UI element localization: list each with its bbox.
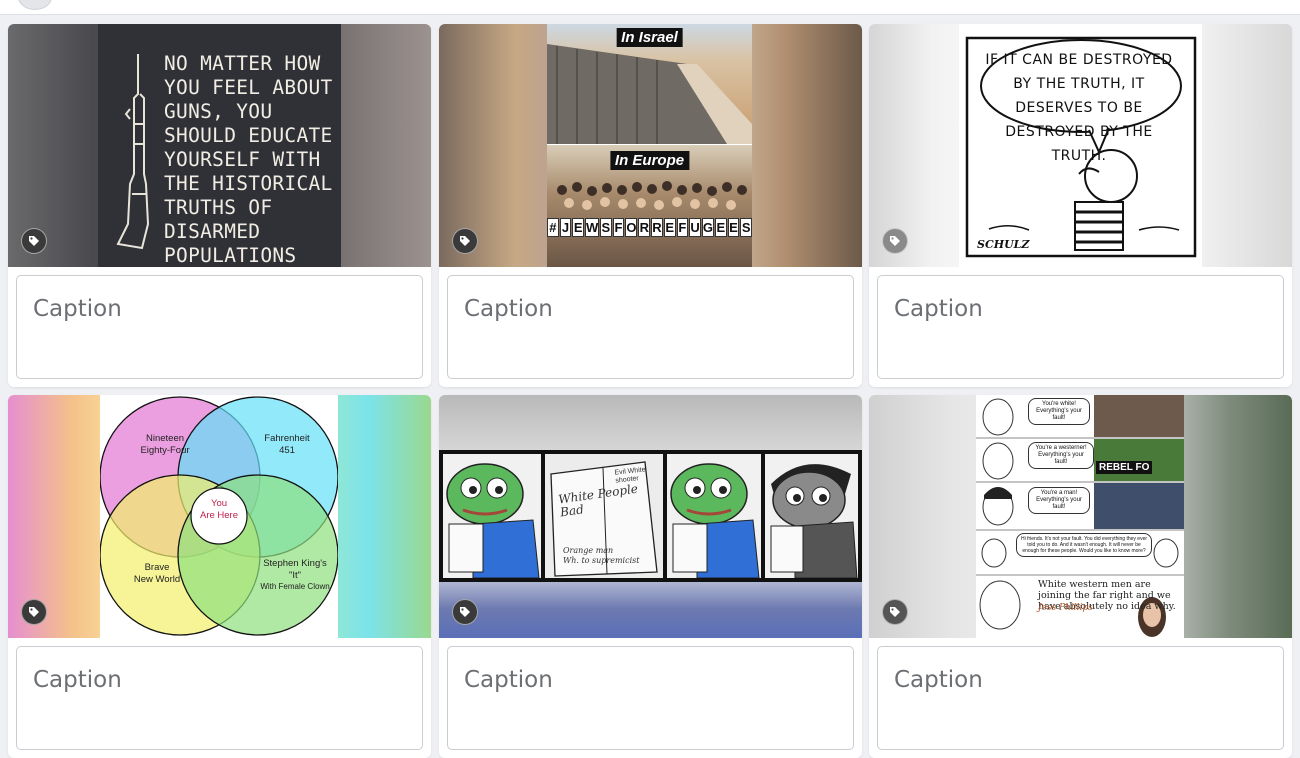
quote-text: NO MATTER HOW YOU FEEL ABOUT GUNS, YOU S… bbox=[164, 52, 333, 267]
caption-input[interactable] bbox=[447, 275, 854, 379]
tag-button[interactable] bbox=[21, 228, 47, 254]
speech-bubble: You're a westerner! Everything's your fa… bbox=[1028, 442, 1094, 469]
tag-icon bbox=[29, 607, 39, 617]
sign-letter: U bbox=[689, 218, 701, 237]
caption-input[interactable] bbox=[16, 275, 423, 379]
sign-letter: E bbox=[663, 218, 676, 237]
tag-button[interactable] bbox=[882, 228, 908, 254]
caption-input[interactable] bbox=[447, 646, 854, 750]
banner-text: REBEL FO bbox=[1096, 461, 1153, 474]
meme-image[interactable]: In Israel In Europe # J E W S F O R R E … bbox=[439, 24, 862, 267]
speech-text: IF IT CAN BE DESTROYED BY THE TRUTH, IT … bbox=[985, 52, 1173, 164]
meme-image[interactable]: White People Bad Evil White shooter Oran… bbox=[439, 395, 862, 638]
venn-label-bottom-left: Brave New World bbox=[133, 562, 181, 585]
comic-strip-image: White People Bad Evil White shooter Oran… bbox=[439, 450, 862, 582]
tag-icon bbox=[890, 607, 900, 617]
meme-card: White People Bad Evil White shooter Oran… bbox=[439, 395, 862, 758]
bottom-label: In Europe bbox=[609, 151, 690, 170]
tag-icon bbox=[890, 236, 900, 246]
tag-button[interactable] bbox=[452, 599, 478, 625]
meme-image[interactable]: Nineteen Eighty-Four Fahrenheit 451 Brav… bbox=[8, 395, 431, 638]
sign-letter: E bbox=[572, 218, 585, 237]
tag-button[interactable] bbox=[882, 599, 908, 625]
sign-letter: F bbox=[676, 218, 689, 237]
news-byline: Jess Phillips bbox=[1038, 603, 1093, 613]
strip-panel: White People Bad Evil White shooter Oran… bbox=[545, 454, 663, 578]
comic-image: IF IT CAN BE DESTROYED BY THE TRUTH, IT … bbox=[959, 24, 1202, 267]
venn-label-note: With Female Clown bbox=[260, 582, 330, 591]
meme-card: You're white! Everything's your fault! Y… bbox=[869, 395, 1292, 758]
meme-image[interactable]: IF IT CAN BE DESTROYED BY THE TRUTH, IT … bbox=[869, 24, 1292, 267]
meme-card: NO MATTER HOW YOU FEEL ABOUT GUNS, YOU S… bbox=[8, 24, 431, 387]
sign-letter: S bbox=[600, 218, 612, 237]
sign-letter: E bbox=[714, 218, 727, 237]
meme-image[interactable]: NO MATTER HOW YOU FEEL ABOUT GUNS, YOU S… bbox=[8, 24, 431, 267]
sign-letter: F bbox=[612, 218, 625, 237]
rifle-icon bbox=[116, 54, 150, 250]
tag-button[interactable] bbox=[21, 599, 47, 625]
sign-letter: S bbox=[740, 218, 752, 237]
newspaper-subheadline: Orange man Wh. to supremicist bbox=[563, 546, 640, 565]
sign-letter: # bbox=[547, 218, 559, 237]
speech-bubble: You're a man! Everything's your fault! bbox=[1028, 487, 1090, 514]
venn-label-center: You Are Here bbox=[199, 498, 238, 521]
top-label: In Israel bbox=[616, 28, 683, 47]
sign-row: # J E W S F O R R E F U G E E S bbox=[547, 218, 752, 237]
sign-letter: R bbox=[638, 218, 651, 237]
sign-letter: R bbox=[651, 218, 663, 237]
newspaper-corner-text: Evil White shooter bbox=[614, 466, 646, 485]
venn-label-top-right: Fahrenheit 451 bbox=[264, 433, 310, 456]
strip-panel bbox=[765, 454, 858, 579]
meme-card: IF IT CAN BE DESTROYED BY THE TRUTH, IT … bbox=[869, 24, 1292, 387]
venn-diagram-image: Nineteen Eighty-Four Fahrenheit 451 Brav… bbox=[100, 395, 338, 638]
strip-panel bbox=[443, 454, 541, 579]
border-fence-photo: In Israel bbox=[547, 24, 752, 144]
tag-icon bbox=[460, 607, 470, 617]
sign-letter: W bbox=[585, 218, 600, 237]
meme-card: In Israel In Europe # J E W S F O R R E … bbox=[439, 24, 862, 387]
meme-image[interactable]: You're white! Everything's your fault! Y… bbox=[869, 395, 1292, 638]
quote-image: NO MATTER HOW YOU FEEL ABOUT GUNS, YOU S… bbox=[98, 24, 341, 267]
meme-grid: NO MATTER HOW YOU FEEL ABOUT GUNS, YOU S… bbox=[0, 0, 1300, 758]
strip-panel bbox=[667, 454, 761, 579]
speech-bubble: You're white! Everything's your fault! bbox=[1028, 398, 1090, 425]
crowd-photo: In Europe # J E W S F O R R E F U G E E … bbox=[547, 145, 752, 267]
meme-card: Nineteen Eighty-Four Fahrenheit 451 Brav… bbox=[8, 395, 431, 758]
wojak-comic-image: You're white! Everything's your fault! Y… bbox=[976, 395, 1184, 638]
caption-input[interactable] bbox=[16, 646, 423, 750]
caption-input[interactable] bbox=[877, 275, 1284, 379]
sign-letter: O bbox=[625, 218, 638, 237]
sign-letter: E bbox=[727, 218, 740, 237]
tag-icon bbox=[460, 236, 470, 246]
signature-text: SCHULZ bbox=[977, 238, 1030, 251]
caption-input[interactable] bbox=[877, 646, 1284, 750]
venn-label-top-left: Nineteen Eighty-Four bbox=[140, 433, 190, 456]
tag-icon bbox=[29, 236, 39, 246]
sign-letter: J bbox=[559, 218, 572, 237]
tag-button[interactable] bbox=[452, 228, 478, 254]
venn-label-bottom-right: Stephen King's "It" bbox=[263, 558, 327, 581]
comparison-image: In Israel In Europe # J E W S F O R R E … bbox=[547, 24, 752, 267]
speech-bubble: Hi friends. It's not your fault. You did… bbox=[1016, 533, 1152, 557]
sign-letter: G bbox=[701, 218, 714, 237]
